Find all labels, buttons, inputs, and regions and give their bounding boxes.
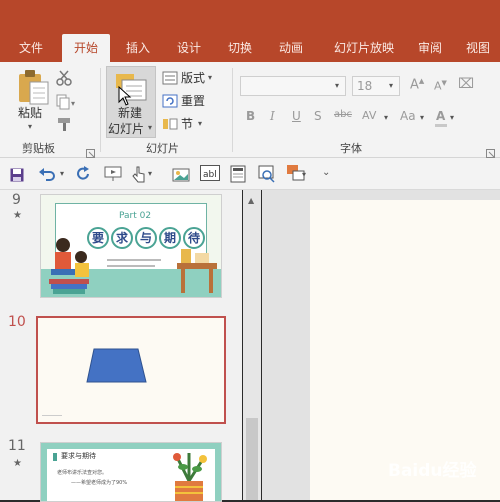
subtitle-line	[107, 265, 155, 267]
heading-marker	[53, 453, 57, 461]
tab-home[interactable]: 开始	[62, 34, 110, 62]
reset-icon[interactable]	[162, 93, 178, 112]
section-icon[interactable]	[162, 116, 178, 135]
bold-button[interactable]: B	[246, 109, 255, 123]
tab-slideshow[interactable]: 幻灯片放映	[322, 34, 406, 62]
animation-star-icon: ★	[13, 210, 22, 221]
new-slide-label-line2[interactable]: 幻灯片	[108, 120, 144, 137]
part-label: Part 02	[119, 211, 152, 221]
tab-view[interactable]: 视图	[456, 34, 500, 62]
clipboard-group-label: 剪贴板	[22, 142, 55, 155]
change-case-button[interactable]: Aa	[400, 109, 416, 123]
find-icon[interactable]	[258, 165, 276, 187]
font-color-icon[interactable]: A	[436, 109, 445, 123]
touch-mode-icon[interactable]	[132, 165, 146, 187]
slide-thumbnail-pane[interactable]: 9 ★ Part 02 要 求 与 期 待 10 11 ★ 要求与期待 老师布讲…	[0, 190, 242, 502]
customize-toolbar-button[interactable]: ⌄	[322, 167, 330, 178]
svg-text:▾: ▾	[71, 99, 75, 108]
slide-heading: 要求与期待	[61, 452, 96, 460]
increase-font-size-button[interactable]: A▲	[410, 77, 424, 92]
new-slide-dropdown-caret[interactable]: ▾	[148, 123, 152, 132]
layout-dropdown-caret[interactable]: ▾	[208, 73, 212, 82]
tab-animations[interactable]: 动画	[268, 34, 314, 62]
slide-canvas[interactable]	[310, 200, 500, 500]
slide-text-line: 老师布讲乐法查对您。	[57, 470, 108, 476]
font-color-caret[interactable]: ▾	[450, 113, 454, 122]
slide-number: 9	[12, 192, 21, 208]
section-button-label[interactable]: 节	[181, 115, 193, 132]
picture-icon[interactable]	[172, 165, 190, 187]
text-box-icon[interactable]: abl	[200, 165, 220, 185]
desk-illustration	[177, 249, 217, 297]
svg-text:abl: abl	[203, 170, 217, 180]
slides-group-label: 幻灯片	[146, 142, 179, 155]
tab-review[interactable]: 审阅	[410, 34, 450, 62]
undo-icon[interactable]	[38, 166, 56, 186]
touch-mode-caret[interactable]: ▾	[148, 169, 152, 178]
title-char: 期	[159, 227, 181, 249]
layout-icon[interactable]	[162, 70, 178, 89]
slide-number-selected: 10	[8, 314, 26, 330]
title-bar	[0, 0, 500, 34]
slide-thumbnail-selected[interactable]	[36, 316, 226, 424]
header-footer-icon[interactable]	[230, 165, 246, 187]
thumbnail-scrollbar[interactable]: ▲	[243, 190, 261, 500]
font-size-value: 18	[357, 79, 373, 93]
reset-button-label[interactable]: 重置	[181, 92, 205, 109]
tab-insert[interactable]: 插入	[116, 34, 160, 62]
font-size-caret: ▾	[389, 81, 394, 90]
change-case-caret[interactable]: ▾	[420, 113, 424, 122]
title-char: 待	[183, 227, 205, 249]
scrollbar-thumb[interactable]	[246, 418, 258, 500]
slide-thumbnail[interactable]: Part 02 要 求 与 期 待	[40, 194, 222, 298]
font-color-bar	[435, 124, 447, 127]
slide-text-line: ——希望老师成为了90%	[71, 480, 128, 486]
slide-thumbnail[interactable]: 要求与期待 老师布讲乐法查对您。 ——希望老师成为了90%	[40, 442, 222, 502]
paste-button-label[interactable]: 粘贴	[18, 104, 42, 121]
group-separator	[100, 68, 101, 152]
copy-icon[interactable]: ▾	[56, 94, 78, 114]
section-dropdown-caret[interactable]: ▾	[198, 119, 202, 128]
font-group-label: 字体	[340, 142, 362, 155]
arrange-caret[interactable]: ▾	[302, 170, 306, 179]
ribbon: 粘贴 ▾ ▾ 剪贴板 新建 幻灯片 ▾ 版式 ▾ 重置 节 ▾ 幻灯片 ▾ 18…	[0, 62, 500, 158]
subtitle-line	[107, 259, 161, 261]
children-reading-illustration	[47, 235, 95, 297]
group-separator	[232, 68, 233, 152]
scroll-up-arrow[interactable]: ▲	[248, 196, 254, 205]
undo-dropdown-caret[interactable]: ▾	[60, 169, 64, 178]
tab-file[interactable]: 文件	[8, 34, 54, 62]
layout-button-label[interactable]: 版式	[181, 69, 205, 86]
flower-pot-illustration	[167, 451, 211, 501]
clear-formatting-icon[interactable]: ⌧	[458, 76, 474, 92]
character-spacing-button[interactable]: AV	[362, 109, 376, 122]
tab-transitions[interactable]: 切换	[218, 34, 262, 62]
slide-number: 11	[8, 438, 26, 454]
shadow-button[interactable]: S	[314, 109, 322, 123]
tab-design[interactable]: 设计	[166, 34, 212, 62]
font-name-dropdown[interactable]: ▾	[240, 76, 346, 96]
character-spacing-caret[interactable]: ▾	[384, 113, 388, 122]
strikethrough-icon[interactable]: abc	[334, 109, 352, 120]
paste-dropdown-caret[interactable]: ▾	[28, 122, 32, 131]
format-painter-icon[interactable]	[56, 116, 72, 136]
watermark-text: Baidu经验	[388, 461, 477, 481]
trapezoid-shape	[86, 348, 147, 383]
new-slide-label-line1[interactable]: 新建	[118, 104, 142, 121]
ribbon-tab-bar: 文件 开始 插入 设计 切换 动画 幻灯片放映 审阅 视图	[0, 34, 500, 62]
font-size-dropdown[interactable]: 18 ▾	[352, 76, 400, 96]
title-char: 求	[111, 227, 133, 249]
redo-icon[interactable]	[76, 166, 92, 186]
cut-icon[interactable]	[56, 70, 72, 90]
slide-footer-line	[42, 415, 62, 416]
underline-button[interactable]: U	[292, 109, 301, 123]
quick-access-toolbar: ▾ ▾ abl ▾ ⌄	[0, 158, 500, 190]
slideshow-from-start-icon[interactable]	[104, 166, 122, 186]
title-char: 与	[135, 227, 157, 249]
font-name-caret: ▾	[335, 81, 340, 90]
italic-button[interactable]: I	[270, 109, 275, 123]
animation-star-icon: ★	[13, 458, 22, 469]
save-icon[interactable]	[10, 167, 24, 186]
decrease-font-size-button[interactable]: A▼	[434, 79, 447, 93]
